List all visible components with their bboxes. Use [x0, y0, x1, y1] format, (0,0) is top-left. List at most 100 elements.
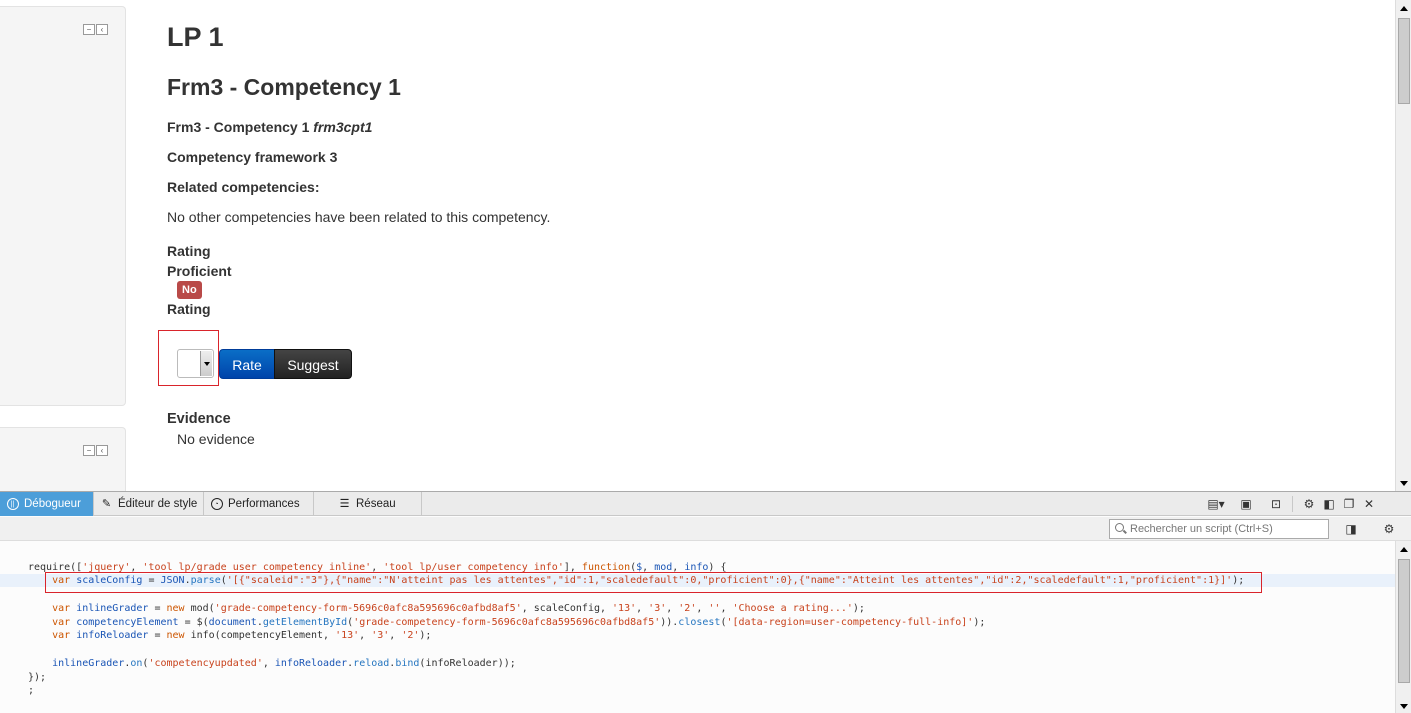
- code-token: ,: [359, 630, 372, 641]
- code-token: '': [708, 603, 721, 614]
- code-token: competencyElement: [76, 617, 179, 628]
- code-token: ,: [666, 603, 679, 614]
- code-token: '2': [678, 603, 697, 614]
- code-token: on: [130, 658, 143, 669]
- related-competencies-label: Related competencies:: [167, 179, 320, 195]
- dock-block-icon[interactable]: ‹: [96, 445, 108, 456]
- scroll-up-icon[interactable]: [1396, 0, 1411, 16]
- competency-idnumber: frm3cpt1: [313, 119, 373, 135]
- code-token: ,: [636, 603, 649, 614]
- network-icon: ☰: [339, 497, 350, 510]
- tab-debugger[interactable]: || Débogueur: [0, 492, 94, 516]
- code-token: info(competencyElement,: [184, 630, 336, 641]
- proficient-label: Proficient: [167, 263, 232, 279]
- side-block-2: − ‹: [0, 427, 126, 491]
- code-token: )).: [660, 617, 679, 628]
- rating-select[interactable]: [177, 349, 214, 378]
- code-line: var inlineGrader = new mod('grade-compet…: [28, 602, 865, 615]
- gear-icon[interactable]: ⚙: [1299, 494, 1319, 514]
- code-token: ,: [720, 603, 733, 614]
- devtools-tabbar: || Débogueur ✎ Éditeur de style ◔ Perfor…: [0, 492, 1411, 516]
- scroll-down-icon[interactable]: [1396, 475, 1411, 491]
- code-token: '13': [612, 603, 637, 614]
- competency-name: Frm3 - Competency 1: [167, 119, 310, 135]
- dock-side-icon[interactable]: ◧: [1319, 494, 1339, 514]
- script-search-input[interactable]: Rechercher un script (Ctrl+S): [1109, 519, 1329, 539]
- code-token: infoReloader: [76, 630, 149, 641]
- side-block-1: − ‹: [0, 6, 126, 406]
- rating-label-2: Rating: [167, 301, 211, 317]
- code-token: '13': [335, 630, 360, 641]
- related-competencies-text: No other competencies have been related …: [167, 209, 551, 225]
- tab-network[interactable]: ☰ Réseau: [314, 492, 422, 516]
- proficient-badge: No: [177, 281, 202, 299]
- code-line: });: [28, 671, 46, 684]
- scrollbar-thumb[interactable]: [1398, 559, 1410, 683]
- code-token: infoReloader: [274, 658, 348, 669]
- rating-label: Rating: [167, 243, 211, 259]
- code-line: inlineGrader.on('competencyupdated', inf…: [28, 657, 516, 670]
- code-token: closest: [678, 617, 721, 628]
- debugger-toolbar: Rechercher un script (Ctrl+S) ◨ ⚙: [0, 517, 1411, 541]
- devtools-panel: || Débogueur ✎ Éditeur de style ◔ Perfor…: [0, 491, 1411, 713]
- code-token: bind: [395, 658, 420, 669]
- scrollbar-thumb[interactable]: [1398, 18, 1410, 104]
- code-token: 'grade-competency-form-5696c0afc8a595696…: [214, 603, 522, 614]
- page-title: LP 1: [167, 22, 224, 52]
- undock-icon[interactable]: ❐: [1339, 494, 1359, 514]
- code-token: '2': [401, 630, 420, 641]
- pencil-icon: ✎: [101, 497, 112, 510]
- competency-heading: Frm3 - Competency 1: [167, 74, 401, 100]
- tab-performance[interactable]: ◔ Performances: [204, 492, 314, 516]
- code-token: document: [208, 617, 257, 628]
- code-token: inlineGrader: [52, 658, 125, 669]
- code-token: ,: [696, 603, 709, 614]
- toggle-panes-icon[interactable]: ◨: [1341, 519, 1361, 539]
- rate-button[interactable]: Rate: [219, 349, 275, 379]
- scroll-up-icon[interactable]: [1396, 541, 1411, 557]
- collapse-block-icon[interactable]: −: [83, 445, 95, 456]
- tab-style-editor[interactable]: ✎ Éditeur de style: [94, 492, 204, 516]
- code-token: 'Choose a rating...': [732, 603, 853, 614]
- code-line: var competencyElement = $(document.getEl…: [28, 616, 985, 629]
- frame-select-icon[interactable]: ▤▾: [1206, 494, 1226, 514]
- code-scrollbar[interactable]: [1395, 541, 1411, 713]
- highlight-box: [45, 572, 1262, 593]
- code-token: ,: [389, 630, 402, 641]
- tab-label: Performances: [228, 498, 300, 510]
- devtools-toolbar-right: ▤▾ ▣ ⊡ ⚙ ◧ ❐ ✕: [1206, 492, 1379, 516]
- tab-label: Réseau: [356, 498, 396, 510]
- code-token: reload: [353, 658, 390, 669]
- close-icon[interactable]: ✕: [1359, 494, 1379, 514]
- code-token: var: [52, 617, 71, 628]
- code-line: var infoReloader = new info(competencyEl…: [28, 629, 431, 642]
- chevron-down-icon: [200, 351, 212, 376]
- gauge-icon: ◔: [210, 498, 223, 511]
- evidence-text: No evidence: [177, 431, 255, 447]
- code-token: =: [148, 603, 167, 614]
- code-token: inlineGrader: [76, 603, 149, 614]
- gear-icon[interactable]: ⚙: [1379, 519, 1399, 539]
- code-token: getElementById: [262, 617, 348, 628]
- code-token: '3': [371, 630, 390, 641]
- code-token: 'competencyupdated': [148, 658, 263, 669]
- dock-block-icon[interactable]: ‹: [96, 24, 108, 35]
- code-token: = $(: [178, 617, 209, 628]
- suggest-button[interactable]: Suggest: [274, 349, 352, 379]
- responsive-mode-icon[interactable]: ⊡: [1266, 494, 1286, 514]
- split-console-icon[interactable]: ▣: [1236, 494, 1256, 514]
- page-scrollbar[interactable]: [1395, 0, 1411, 491]
- source-editor[interactable]: require(['jquery', 'tool_lp/grade_user_c…: [0, 541, 1395, 713]
- collapse-block-icon[interactable]: −: [83, 24, 95, 35]
- code-token: '3': [648, 603, 667, 614]
- code-token: });: [28, 672, 47, 683]
- search-icon: [1115, 523, 1124, 532]
- code-token: '[data-region=user-competency-full-info]…: [726, 617, 974, 628]
- code-line: ;: [28, 684, 34, 697]
- scroll-down-icon[interactable]: [1396, 698, 1411, 713]
- code-token: , scaleConfig,: [521, 603, 613, 614]
